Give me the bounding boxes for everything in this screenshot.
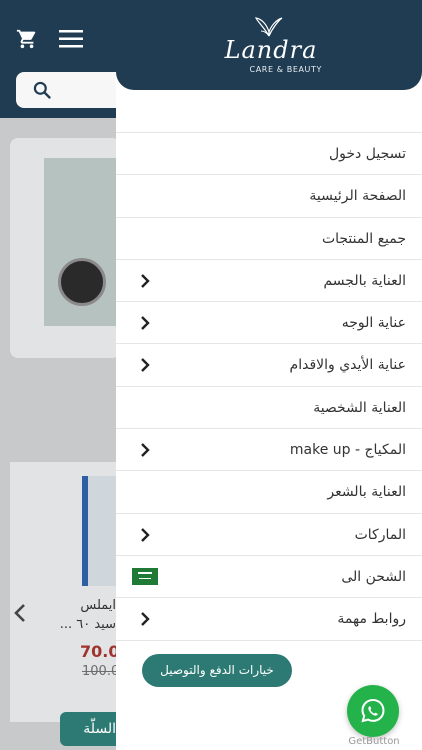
chevron-left-icon xyxy=(141,527,150,542)
menu-item-label: العناية بالجسم xyxy=(323,272,406,289)
menu-item-important-links[interactable]: روابط مهمة xyxy=(116,598,422,641)
menu-item-label: عناية الأيدي والاقدام xyxy=(289,357,406,374)
menu-item-all-products[interactable]: جميع المنتجات xyxy=(116,218,422,260)
menu-item-label: روابط مهمة xyxy=(337,611,406,628)
menu-item-label: الماركات xyxy=(354,526,406,543)
menu-item-hair-care[interactable]: العناية بالشعر xyxy=(116,471,422,514)
chevron-left-icon xyxy=(141,443,150,457)
menu-item-brands[interactable]: الماركات xyxy=(116,514,422,556)
side-drawer: Landra CARE & BEAUTY تسجيل دخول الصفحة ا… xyxy=(116,0,422,750)
product-image xyxy=(82,476,118,586)
product-name[interactable]: ايملس سيد ٦٠ ... xyxy=(60,596,116,634)
menu-item-label: عناية الوجه xyxy=(341,315,406,332)
menu-item-makeup[interactable]: المكياج - make up xyxy=(116,429,422,472)
menu-item-hands-feet-care[interactable]: عناية الأيدي والاقدام xyxy=(116,344,422,387)
flag-script xyxy=(138,571,152,574)
menu-item-label: جميع المنتجات xyxy=(321,230,406,247)
hamburger-menu-icon[interactable] xyxy=(59,30,83,48)
search-icon xyxy=(33,81,51,99)
menu-item-body-care[interactable]: العناية بالجسم xyxy=(116,260,422,303)
menu-item-label: العناية الشخصية xyxy=(313,399,406,416)
drawer-menu: تسجيل دخول الصفحة الرئيسية جميع المنتجات… xyxy=(116,132,422,641)
drawer-header: Landra CARE & BEAUTY xyxy=(116,0,422,90)
logo-name: Landra xyxy=(224,36,318,64)
whatsapp-button[interactable] xyxy=(347,685,399,737)
menu-item-label: تسجيل دخول xyxy=(329,146,406,162)
landra-logo[interactable]: Landra CARE & BEAUTY xyxy=(216,16,326,76)
flag-sword xyxy=(139,577,151,580)
menu-item-shipping-to[interactable]: الشحن الى xyxy=(116,556,422,599)
menu-item-label: الشحن الى xyxy=(341,568,406,585)
chevron-left-icon[interactable] xyxy=(12,602,28,624)
chevron-left-icon xyxy=(141,274,150,288)
search-input[interactable] xyxy=(16,72,126,108)
menu-item-label: المكياج - make up xyxy=(289,442,406,459)
butterfly-icon xyxy=(254,17,283,37)
product-image-detail xyxy=(58,258,106,306)
cart-icon[interactable] xyxy=(16,28,38,50)
payment-delivery-options-button[interactable]: خيارات الدفع والتوصيل xyxy=(142,654,292,687)
chevron-left-icon xyxy=(141,316,150,331)
menu-item-face-care[interactable]: عناية الوجه xyxy=(116,302,422,345)
logo-subtitle: CARE & BEAUTY xyxy=(249,65,322,74)
menu-item-label: الصفحة الرئيسية xyxy=(309,188,406,205)
menu-item-personal-care[interactable]: العناية الشخصية xyxy=(116,387,422,430)
saudi-flag-icon[interactable] xyxy=(132,567,158,585)
menu-item-label: العناية بالشعر xyxy=(327,484,406,501)
add-to-cart-button[interactable]: السلّة xyxy=(60,712,120,746)
menu-item-home[interactable]: الصفحة الرئيسية xyxy=(116,175,422,218)
menu-item-login[interactable]: تسجيل دخول xyxy=(116,133,422,176)
whatsapp-icon xyxy=(361,698,385,723)
chevron-left-icon xyxy=(141,358,150,373)
getbutton-label[interactable]: GetButton xyxy=(334,736,414,747)
chevron-left-icon xyxy=(141,612,150,627)
